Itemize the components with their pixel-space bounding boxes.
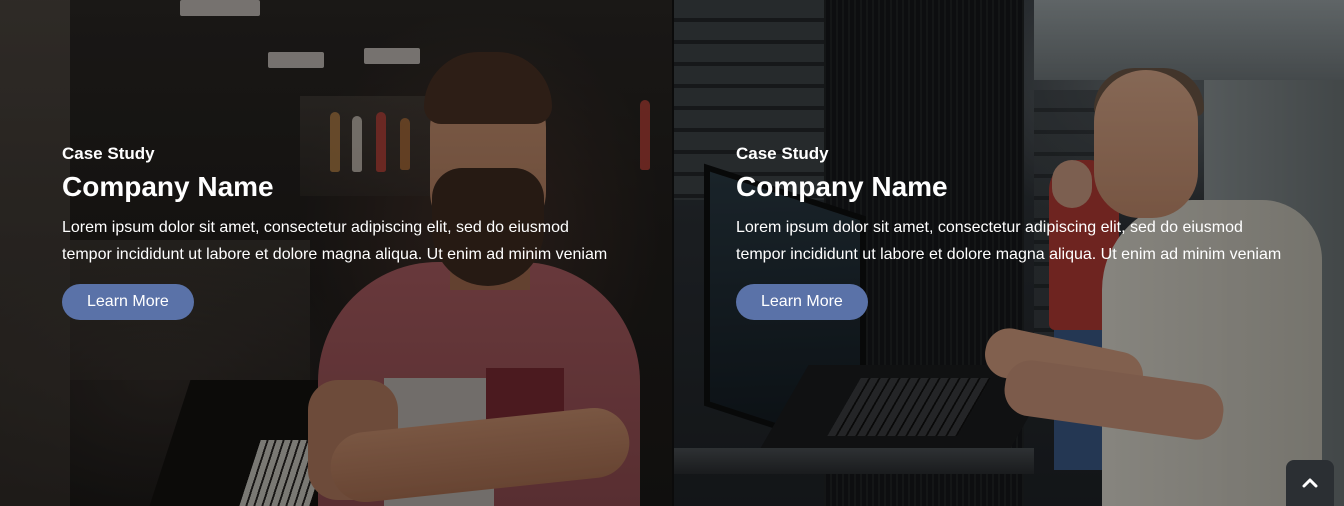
case-study-eyebrow: Case Study [736,144,829,163]
chevron-up-icon [1302,478,1318,488]
learn-more-button[interactable]: Learn More [62,284,194,320]
scroll-to-top-button[interactable] [1286,460,1334,506]
case-study-eyebrow: Case Study [62,144,155,163]
company-name-heading: Company Name [62,171,274,202]
case-study-content-2: Case Study Company Name Lorem ipsum dolo… [736,144,1296,320]
case-study-card-1: Case Study Company Name Lorem ipsum dolo… [0,0,672,506]
case-study-description: Lorem ipsum dolor sit amet, consectetur … [62,219,608,263]
company-name-heading: Company Name [736,171,948,202]
learn-more-button[interactable]: Learn More [736,284,868,320]
case-study-content-1: Case Study Company Name Lorem ipsum dolo… [62,144,622,320]
case-study-card-2: Case Study Company Name Lorem ipsum dolo… [672,0,1344,506]
case-study-description: Lorem ipsum dolor sit amet, consectetur … [736,219,1282,263]
case-study-section: Case Study Company Name Lorem ipsum dolo… [0,0,1344,506]
